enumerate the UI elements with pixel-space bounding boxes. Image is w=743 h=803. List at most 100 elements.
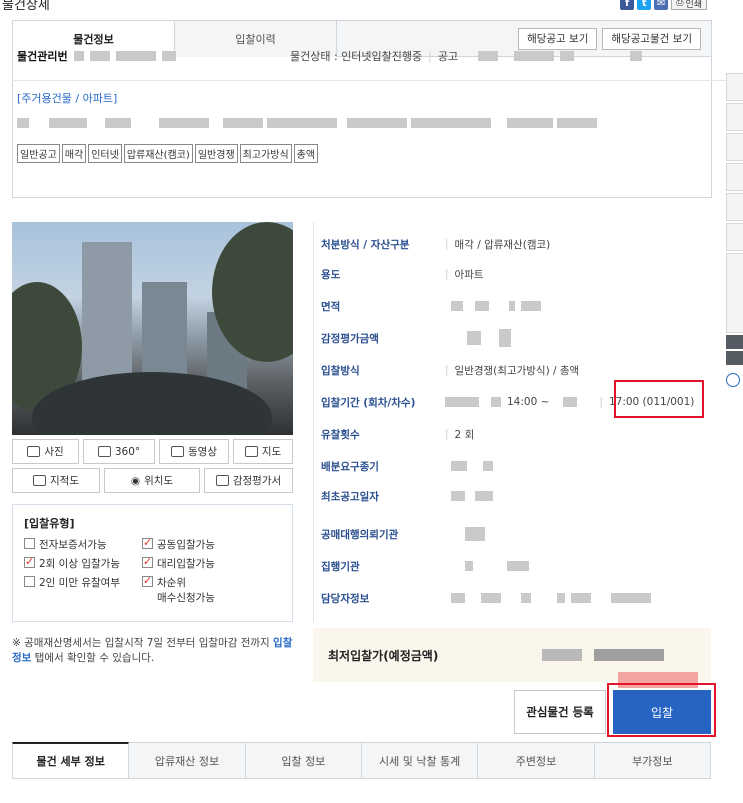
bid-button-highlight xyxy=(607,683,716,737)
quick-menu-item[interactable] xyxy=(726,133,743,161)
tag-chip: 일반공고 xyxy=(17,144,60,163)
bid-type-option: 2회 이상 입찰가능 xyxy=(24,555,142,571)
media-buttons: 사진 360° 동영상 지도 지적도 ◉ 위치도 감정평가서 xyxy=(12,439,293,497)
quick-menu xyxy=(726,73,743,433)
twitter-icon[interactable]: t xyxy=(637,0,652,10)
cadastral-map-button[interactable]: 지적도 xyxy=(12,468,100,493)
print-button[interactable]: ⎙ 인쇄 xyxy=(671,0,707,10)
redacted-value xyxy=(560,51,575,61)
usage-value: 아파트 xyxy=(454,268,484,281)
more-icon[interactable] xyxy=(726,373,740,387)
property-photo[interactable] xyxy=(12,222,293,435)
tag-chip: 일반경쟁 xyxy=(194,144,238,163)
bid-type-option: 2인 미만 유찰여부 xyxy=(24,575,142,605)
bid-period-start: 14:00 ~ xyxy=(507,396,550,408)
distribution-deadline-label: 배분요구종기 xyxy=(321,460,379,473)
tab-item-details[interactable]: 물건 세부 정보 xyxy=(12,742,130,778)
contact-label: 담당자정보 xyxy=(321,592,370,605)
checkbox-icon xyxy=(24,576,35,587)
status-row: 물건상태 : 인터넷입찰진행중 | 공고 xyxy=(290,48,643,64)
area-label: 면적 xyxy=(321,300,341,313)
bid-type-box: [입찰유형] 전자보증서가능 공동입찰가능 2회 이상 입찰가능 대리입찰가능 … xyxy=(12,504,293,622)
notice-text: ※ 공매재산명세서는 입찰시작 7일 전부터 입찰마감 전까지 입찰정보 탭에서… xyxy=(12,637,293,664)
method-value: 매각 / 압류재산(캠코) xyxy=(454,238,551,251)
category-label: [주거용건물 / 아파트] xyxy=(17,92,118,105)
first-notice-label: 최초공고일자 xyxy=(321,490,379,503)
tag-chip: 매각 xyxy=(61,144,87,163)
tab-bid-info[interactable]: 입찰 정보 xyxy=(245,742,362,778)
printer-icon: ⎙ xyxy=(676,0,684,8)
mgmt-number-label: 물건관리번 xyxy=(17,50,68,63)
appraisal-label: 감정평가금액 xyxy=(321,332,379,345)
item-info-box: 물건정보 입찰이력 해당공고 보기 해당공고물건 보기 xyxy=(12,20,712,198)
item-status: 물건상태 : 인터넷입찰진행중 xyxy=(290,50,423,63)
camera-icon xyxy=(171,446,184,457)
add-favorite-button[interactable]: 관심물건 등록 xyxy=(514,690,606,734)
redacted-value xyxy=(478,51,499,61)
bid-type-option: 차순위 매수신청가능 xyxy=(142,574,281,605)
mail-icon[interactable]: ✉ xyxy=(654,0,669,10)
fail-count-label: 유찰횟수 xyxy=(321,428,360,441)
quick-menu-item[interactable] xyxy=(726,193,743,221)
redacted-value xyxy=(161,51,176,61)
camera-icon xyxy=(27,446,41,457)
bid-method-label: 입찰방식 xyxy=(321,364,360,377)
tag-chip: 인터넷 xyxy=(88,144,122,163)
checkbox-checked-icon xyxy=(142,574,153,587)
detail-table: 처분방식 / 자산구분 | 매각 / 압류재산(캠코) 용도 | 아파트 면적 감정평가… xyxy=(313,222,711,622)
tag-chips: 일반공고 매각 인터넷 압류재산(캠코) 일반경쟁 최고가방식 총액 xyxy=(17,144,319,163)
bid-type-option: 공동입찰가능 xyxy=(142,536,281,552)
address-redacted xyxy=(17,118,597,128)
location-map-button[interactable]: ◉ 위치도 xyxy=(104,468,200,493)
map-icon xyxy=(244,446,258,457)
agent-org-label: 공매대행의뢰기관 xyxy=(321,528,399,541)
photo-button[interactable]: 사진 xyxy=(12,439,79,464)
location-pin-icon: ◉ xyxy=(130,474,141,487)
tab-seizure-info[interactable]: 압류재산 정보 xyxy=(129,742,246,778)
share-bar: f t ✉ ⎙ 인쇄 xyxy=(620,0,707,10)
page-title: 물건상세 xyxy=(2,0,50,13)
view-notice-items-button[interactable]: 해당공고물건 보기 xyxy=(602,27,701,50)
appraisal-report-button[interactable]: 감정평가서 xyxy=(204,468,293,493)
quick-menu-item[interactable] xyxy=(726,223,743,251)
checkbox-checked-icon xyxy=(24,555,35,568)
cadastral-icon xyxy=(33,475,46,486)
camera-icon xyxy=(97,446,111,457)
checkbox-checked-icon xyxy=(142,536,153,549)
bottom-tabs: 물건 세부 정보 압류재산 정보 입찰 정보 시세 및 낙찰 통계 주변정보 부… xyxy=(12,742,711,779)
redacted-value xyxy=(630,51,643,61)
fail-count-value: 2 회 xyxy=(454,428,475,441)
tag-chip: 최고가방식 xyxy=(239,144,292,163)
tab-price-stats[interactable]: 시세 및 낙찰 통계 xyxy=(361,742,479,778)
checkbox-checked-icon xyxy=(142,555,153,568)
exec-org-label: 집행기관 xyxy=(321,560,360,573)
bid-method-value: 일반경쟁(최고가방식) / 총액 xyxy=(454,364,580,377)
redacted-value xyxy=(73,51,84,61)
bid-type-title: [입찰유형] xyxy=(24,517,75,530)
download-icon xyxy=(215,475,229,486)
mgmt-number-row: 물건관리번 xyxy=(17,48,176,64)
tab-additional-info[interactable]: 부가정보 xyxy=(594,742,711,778)
quick-menu-item[interactable] xyxy=(726,103,743,131)
redacted-value xyxy=(514,51,555,61)
checkbox-icon xyxy=(24,538,35,549)
tag-chip: 총액 xyxy=(293,144,319,163)
tab-nearby-info[interactable]: 주변정보 xyxy=(478,742,595,778)
usage-label: 용도 xyxy=(321,268,341,281)
bid-period-label: 입찰기간 (회차/차수) xyxy=(321,396,416,409)
bid-type-option: 대리입찰가능 xyxy=(142,555,281,571)
minimum-bid-price-label: 최저입찰가(예정금액) xyxy=(328,648,439,663)
quick-menu-item[interactable] xyxy=(726,73,743,101)
notice-label: 공고 xyxy=(437,50,459,63)
facebook-icon[interactable]: f xyxy=(620,0,635,10)
quick-menu-thumbnail[interactable] xyxy=(726,253,743,333)
redacted-value xyxy=(89,51,110,61)
view-notice-button[interactable]: 해당공고 보기 xyxy=(518,27,598,50)
bid-type-option: 전자보증서가능 xyxy=(24,537,142,552)
video-button[interactable]: 동영상 xyxy=(159,439,229,464)
map-button[interactable]: 지도 xyxy=(233,439,293,464)
period-highlight-box xyxy=(614,380,704,418)
quick-menu-item[interactable] xyxy=(726,163,743,191)
tag-chip: 압류재산(캠코) xyxy=(123,144,193,163)
360-view-button[interactable]: 360° xyxy=(83,439,155,464)
